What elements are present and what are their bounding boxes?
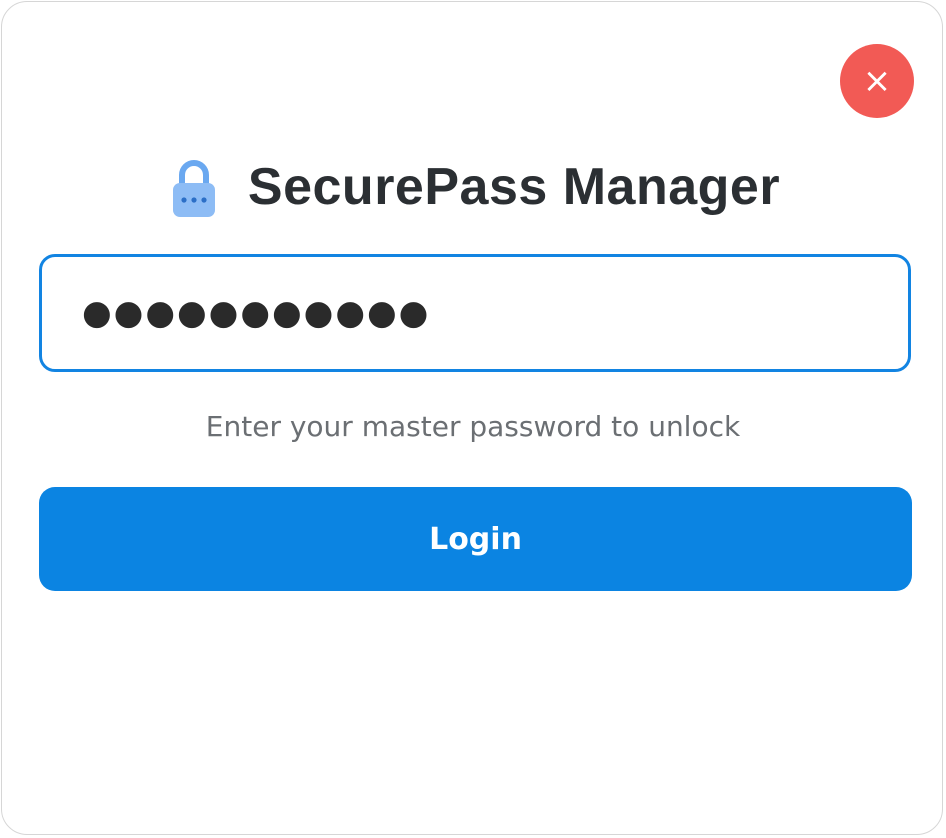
app-header: SecurePass Manager <box>2 152 946 222</box>
app-title: SecurePass Manager <box>247 158 781 216</box>
password-hint: Enter your master password to unlock <box>205 410 741 443</box>
login-button[interactable]: Login <box>39 487 912 591</box>
lock-icon <box>172 160 215 217</box>
close-button[interactable]: × <box>840 44 914 118</box>
close-icon: × <box>862 61 892 101</box>
master-password-input[interactable] <box>39 254 911 372</box>
